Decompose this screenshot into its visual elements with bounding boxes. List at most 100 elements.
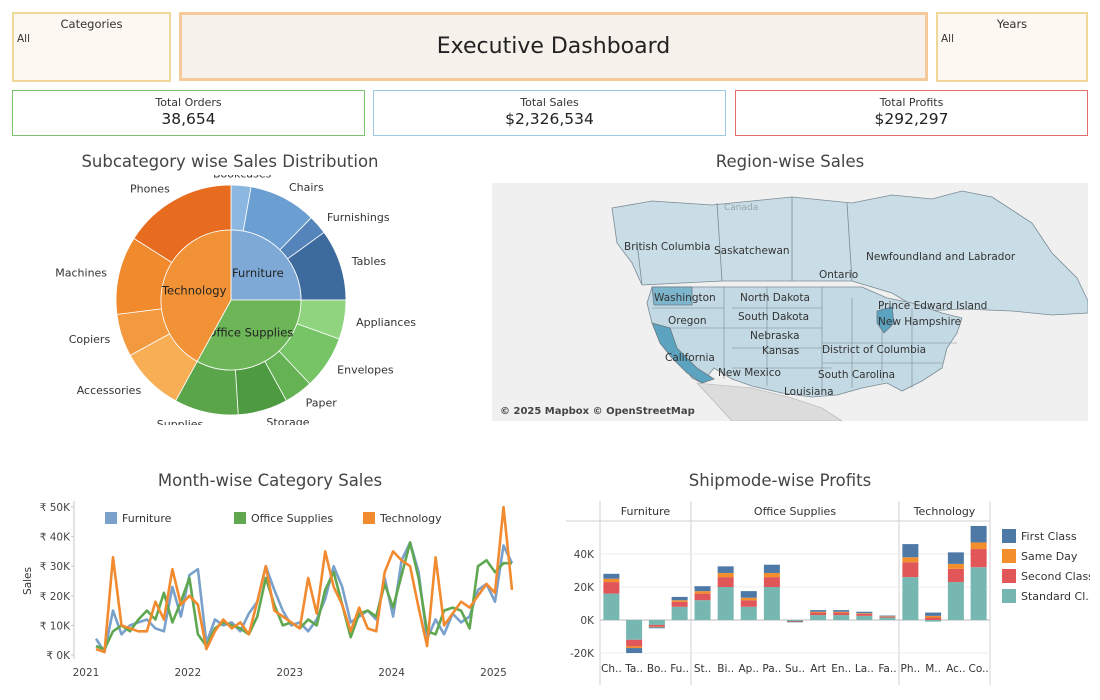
bar-ac-second-class <box>947 568 964 583</box>
bar-y-tick-label: -20K <box>570 648 595 660</box>
bar-x-label: Fu.. <box>670 663 689 675</box>
bar-ac-first-class <box>947 552 964 564</box>
bar-ta-first-class <box>626 648 643 653</box>
line-x-tick-label: 2022 <box>175 667 202 679</box>
sunburst-label-chairs: Chairs <box>289 181 324 194</box>
bar-legend-swatch-same-day <box>1002 549 1016 563</box>
bar-art-same-day <box>810 611 827 613</box>
map-label-washington: Washington <box>654 292 716 304</box>
sunburst-category-label: Technology <box>161 284 227 298</box>
bar-m-second-class <box>925 617 942 620</box>
map-title: Region-wise Sales <box>715 152 865 171</box>
bar-pa-second-class <box>763 577 780 587</box>
bar-y-tick-label: 40K <box>574 549 595 561</box>
kpi-total-orders-label: Total Orders <box>155 96 222 109</box>
bar-co-standard-cl <box>970 567 987 620</box>
kpi-total-orders: Total Orders 38,654 <box>12 90 365 136</box>
line-y-tick-label: ₹ 20K <box>40 591 71 603</box>
sunburst-label-furnishings: Furnishings <box>327 211 390 224</box>
bar-legend-swatch-standard-cl <box>1002 589 1016 603</box>
bar-ch-first-class <box>603 573 620 579</box>
bar-st-same-day <box>694 591 711 594</box>
bar-ta-same-day <box>626 646 643 649</box>
sunburst-label-accessories: Accessories <box>77 384 142 397</box>
bar-la-same-day <box>856 613 873 614</box>
bar-ph-standard-cl <box>902 577 919 620</box>
bar-bo-second-class <box>648 624 665 627</box>
bar-su-standard-cl <box>787 620 803 621</box>
kpi-total-profits: Total Profits $292,297 <box>735 90 1088 136</box>
categories-filter[interactable]: Categories All <box>12 12 171 82</box>
dashboard-title: Executive Dashboard <box>436 34 671 59</box>
kpi-total-sales: Total Sales $2,326,534 <box>373 90 726 136</box>
map-label-district-of-columbia: District of Columbia <box>822 344 926 356</box>
bar-fu-first-class <box>671 596 688 601</box>
month-category-line-chart: ₹ 0K ₹ 10K ₹ 20K ₹ 30K ₹ 40K ₹ 50K Sales 2021 20… <box>22 501 514 679</box>
map-label-nebraska: Nebraska <box>750 330 800 342</box>
bar-x-label: Ph.. <box>901 663 921 675</box>
sunburst-label-bookcases: Bookcases <box>213 175 272 180</box>
bar-x-label: St.. <box>694 663 711 675</box>
legend-label-furniture: Furniture <box>122 512 172 525</box>
sunburst-category-label: Office Supplies <box>207 326 293 340</box>
map-label-newfoundland-and-labrador: Newfoundland and Labrador <box>866 251 1016 263</box>
categories-filter-value[interactable]: All <box>17 33 30 45</box>
sunburst-category-label: Furniture <box>232 266 284 280</box>
bar-m-same-day <box>925 615 942 618</box>
legend-label-office-supplies: Office Supplies <box>251 512 333 525</box>
bar-pa-first-class <box>763 564 780 573</box>
bar-x-label: Pa.. <box>762 663 781 675</box>
kpi-total-sales-label: Total Sales <box>520 96 579 109</box>
bar-x-label: Ac.. <box>946 663 965 675</box>
map-label-oregon: Oregon <box>668 315 707 327</box>
bar-ta-second-class <box>626 639 643 647</box>
map-attribution: © 2025 Mapbox © OpenStreetMap <box>500 406 695 417</box>
bar-art-second-class <box>810 612 827 616</box>
map-label-canada: Canada <box>724 203 758 213</box>
bar-fu-standard-cl <box>671 606 688 620</box>
bar-fu-second-class <box>671 601 688 607</box>
bar-legend-label-second-class: Second Class <box>1021 570 1090 583</box>
line-y-tick-label: ₹ 30K <box>40 561 71 573</box>
sunburst-chart: Furniture Office Supplies Technology Bookca… <box>55 175 416 425</box>
line-y-tick-label: ₹ 40K <box>40 532 71 544</box>
kpi-total-profits-label: Total Profits <box>879 96 944 109</box>
bar-ch-same-day <box>603 578 620 583</box>
bar-la-standard-cl <box>856 615 873 620</box>
bar-x-label: Fa.. <box>878 663 896 675</box>
bar-co-first-class <box>970 525 987 543</box>
kpi-total-sales-value: $2,326,534 <box>505 110 594 128</box>
bar-fu-same-day <box>671 600 688 602</box>
map-label-south-carolina: South Carolina <box>818 369 895 381</box>
bar-x-label: Ap.. <box>739 663 760 675</box>
bar-x-label: Art <box>810 663 826 675</box>
map-label-ontario: Ontario <box>819 269 858 281</box>
bar-legend-label-standard-cl: Standard Cl.. <box>1021 590 1090 603</box>
bar-m-standard-cl <box>925 620 942 622</box>
bar-x-label: Ta.. <box>624 663 643 675</box>
bar-en-first-class <box>833 610 850 612</box>
bar-ac-standard-cl <box>947 582 964 620</box>
line-y-tick-label: ₹ 10K <box>40 620 71 632</box>
legend-swatch-furniture <box>105 512 117 524</box>
bar-x-label: Bo.. <box>647 663 667 675</box>
years-filter[interactable]: Years All <box>936 12 1088 82</box>
bar-ph-same-day <box>902 557 919 563</box>
map-label-north-dakota: North Dakota <box>740 292 810 304</box>
bar-x-label: M.. <box>925 663 941 675</box>
bar-bo-same-day <box>648 626 665 628</box>
bar-ap-standard-cl <box>740 606 757 620</box>
region-map[interactable]: Canada British Columbia Saskatchewan Newfou… <box>492 183 1088 421</box>
bar-fa-first-class <box>879 615 896 617</box>
map-label-new-mexico: New Mexico <box>718 367 781 379</box>
bar-art-first-class <box>810 610 827 612</box>
map-label-south-dakota: South Dakota <box>738 311 809 323</box>
line-x-tick-label: 2021 <box>73 667 100 679</box>
sunburst-label-storage: Storage <box>266 416 309 425</box>
bar-legend-label-first-class: First Class <box>1021 530 1077 543</box>
line-x-tick-label: 2024 <box>378 667 405 679</box>
bar-chart-title: Shipmode-wise Profits <box>688 471 872 490</box>
bar-bi-same-day <box>717 572 734 578</box>
years-filter-value[interactable]: All <box>941 33 954 45</box>
bar-x-label: Co.. <box>969 663 989 675</box>
